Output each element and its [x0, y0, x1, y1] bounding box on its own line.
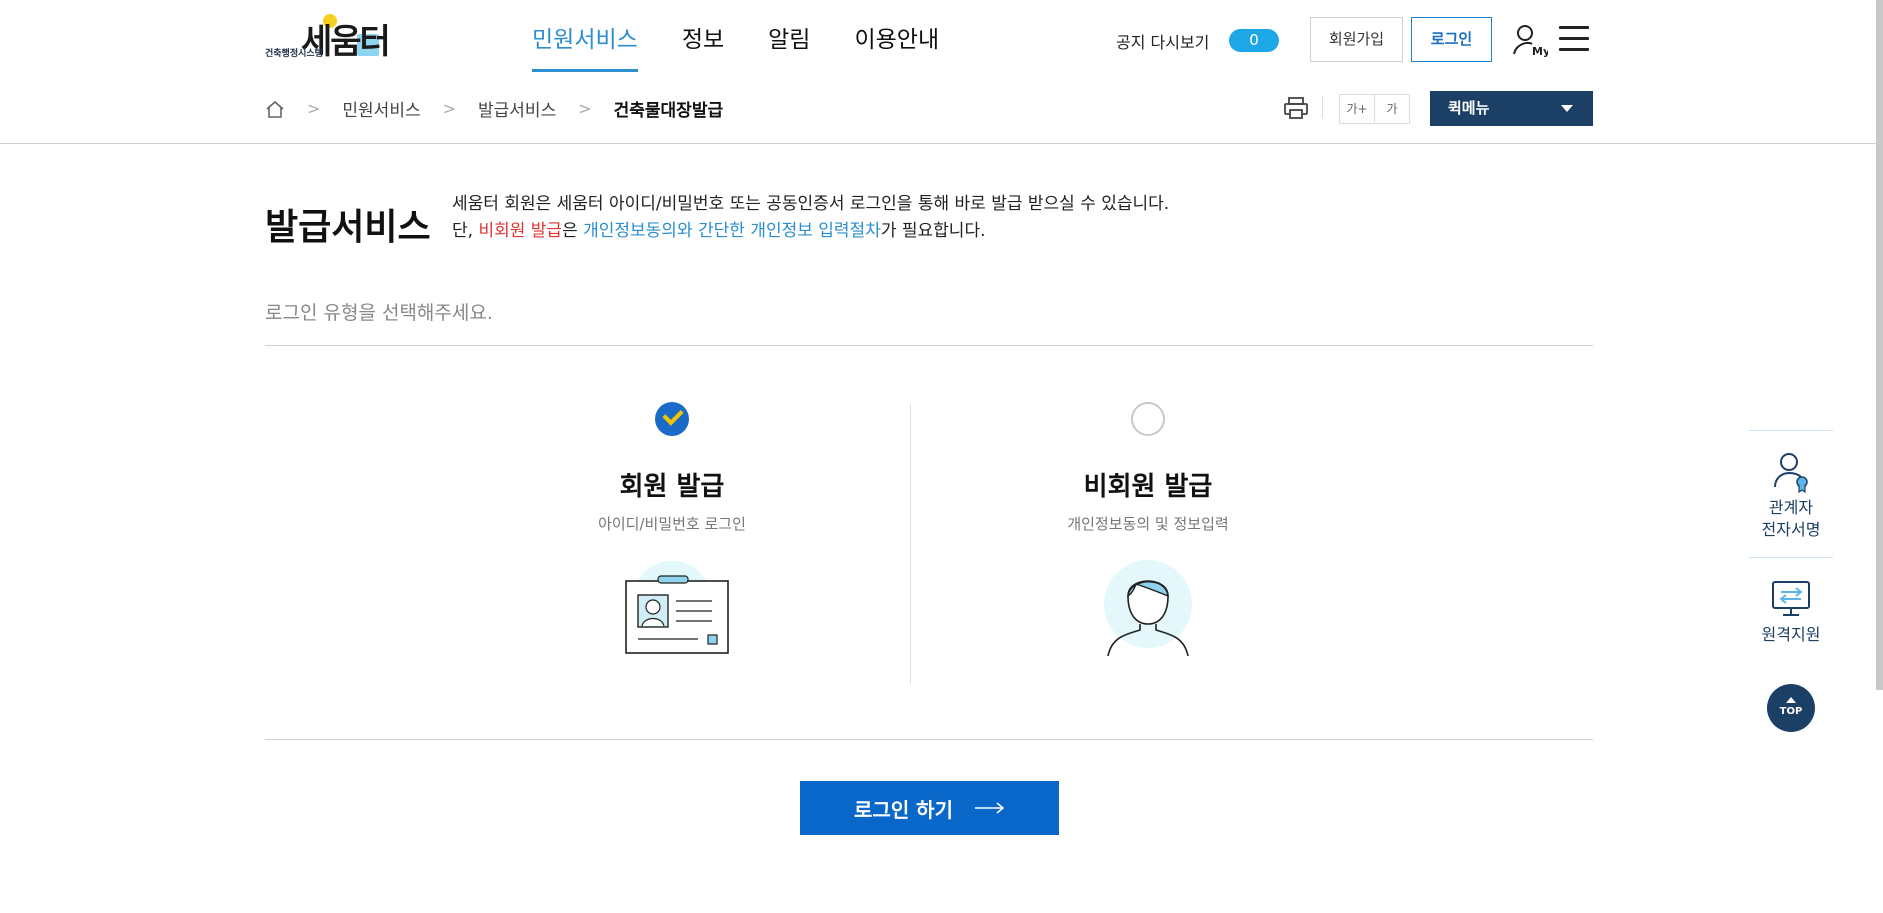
breadcrumb-separator: > [578, 99, 592, 118]
nonmember-issue-subtitle: 개인정보동의 및 정보입력 [1067, 515, 1229, 533]
nav-item-guide[interactable]: 이용안내 [854, 20, 939, 72]
divider [1322, 96, 1323, 118]
member-issue-subtitle: 아이디/비밀번호 로그인 [598, 515, 746, 533]
page-title: 발급서비스 [265, 207, 431, 248]
option-divider [910, 404, 911, 684]
login-type-prompt: 로그인 유형을 선택해주세요. [265, 302, 493, 324]
side-item-remote[interactable]: 원격지원 [1749, 557, 1833, 662]
page-description: 세움터 회원은 세움터 아이디/비밀번호 또는 공동인증서 로그인을 통해 바로… [452, 191, 1169, 245]
scroll-top-button[interactable]: TOP [1767, 684, 1815, 732]
breadcrumb-current: 건축물대장발급 [613, 101, 724, 121]
side-label-remote: 원격지원 [1761, 625, 1821, 644]
option-nonmember-issue[interactable]: 비회원 발급 개인정보동의 및 정보입력 [1018, 402, 1278, 670]
logo[interactable]: 세움터 건축행정시스템 [265, 12, 415, 62]
desc-nonmember-highlight: 비회원 발급 [478, 221, 563, 241]
member-radio-checked[interactable] [655, 402, 689, 436]
breadcrumb-separator: > [307, 99, 321, 118]
quick-menu-select[interactable]: 퀵메뉴 [1430, 91, 1593, 126]
logo-sub-text: 건축행정시스템 [265, 49, 323, 59]
desc-suffix: 가 필요합니다. [880, 221, 986, 241]
side-item-signature[interactable]: 관계자 전자서명 [1749, 430, 1833, 557]
description-line-2: 단, 비회원 발급은 개인정보동의와 간단한 개인정보 입력절차가 필요합니다. [452, 218, 1169, 245]
side-label-signature-2: 전자서명 [1761, 520, 1821, 539]
person-icon [1104, 560, 1192, 657]
quick-menu-label: 퀵메뉴 [1448, 99, 1490, 117]
breadcrumb-item-issue-service[interactable]: 발급서비스 [478, 96, 556, 121]
join-button[interactable]: 회원가입 [1310, 17, 1403, 62]
login-button-label: 로그인 하기 [854, 797, 953, 822]
header: 세움터 건축행정시스템 민원서비스 정보 알림 이용안내 공지 다시보기 0 회… [0, 0, 1883, 144]
font-default-button[interactable]: 가 [1375, 95, 1409, 123]
notice-replay-label[interactable]: 공지 다시보기 [1116, 29, 1209, 53]
desc-mid: 은 [562, 221, 584, 241]
breadcrumb-separator: > [442, 99, 457, 118]
my-page-icon[interactable]: My [1512, 22, 1548, 58]
side-label-signature-1: 관계자 [1768, 498, 1814, 517]
breadcrumb: > 민원서비스 > 발급서비스 > 건축물대장발급 [265, 96, 723, 121]
divider-bottom [265, 739, 1593, 740]
remote-support-icon [1772, 581, 1810, 616]
desc-prefix: 단, [452, 221, 479, 241]
nonmember-radio-unchecked[interactable] [1131, 402, 1165, 436]
nav-item-info[interactable]: 정보 [682, 20, 724, 72]
svg-text:My: My [1532, 45, 1548, 58]
divider-top [265, 345, 1593, 346]
description-line-1: 세움터 회원은 세움터 아이디/비밀번호 또는 공동인증서 로그인을 통해 바로… [452, 194, 1170, 214]
font-size-controls: 가+ 가 [1339, 94, 1410, 124]
print-icon[interactable] [1283, 96, 1309, 120]
nav-item-notice[interactable]: 알림 [768, 20, 810, 72]
home-icon[interactable] [265, 99, 285, 119]
nav-item-civil-service[interactable]: 민원서비스 [532, 20, 638, 72]
font-increase-button[interactable]: 가+ [1340, 95, 1375, 123]
member-issue-title: 회원 발급 [619, 472, 725, 502]
notice-count-badge[interactable]: 0 [1229, 29, 1279, 52]
chevron-down-icon [1561, 105, 1573, 112]
option-member-issue[interactable]: 회원 발급 아이디/비밀번호 로그인 [542, 402, 802, 670]
desc-privacy-highlight: 개인정보동의와 간단한 개인정보 입력절차 [583, 221, 881, 241]
floating-side-menu: 관계자 전자서명 원격지원 TOP [1749, 430, 1833, 732]
scrollbar[interactable] [1876, 0, 1883, 690]
arrow-right-icon [974, 802, 1005, 814]
main-nav: 민원서비스 정보 알림 이용안내 [532, 20, 983, 72]
header-login-button[interactable]: 로그인 [1411, 17, 1492, 62]
breadcrumb-item-civil-service[interactable]: 민원서비스 [342, 96, 420, 121]
menu-icon[interactable] [1559, 26, 1589, 52]
nonmember-issue-title: 비회원 발급 [1083, 472, 1213, 502]
signature-person-icon [1774, 453, 1808, 493]
login-button[interactable]: 로그인 하기 [800, 781, 1059, 835]
id-card-icon [625, 561, 729, 654]
